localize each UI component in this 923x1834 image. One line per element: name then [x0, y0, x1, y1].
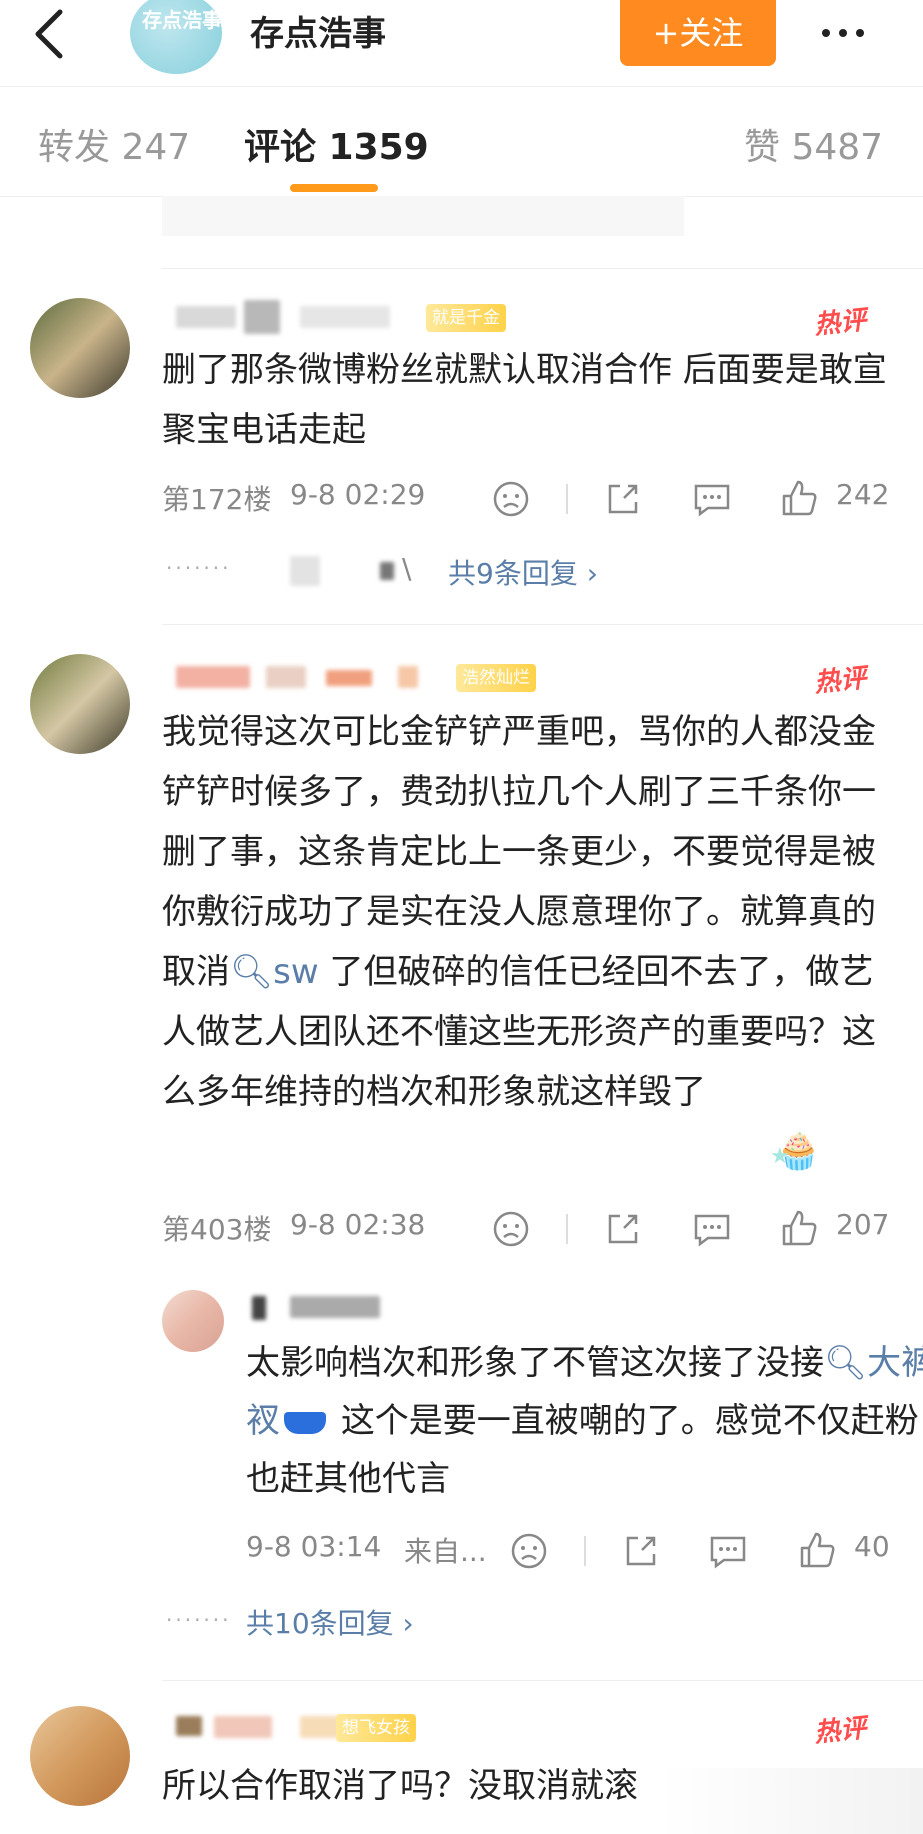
header-divider	[0, 86, 923, 87]
back-arrow-icon[interactable]	[30, 8, 74, 60]
like-count: 207	[836, 1208, 890, 1241]
account-avatar[interactable]: 存点浩事	[130, 0, 222, 74]
comment-divider	[162, 268, 923, 269]
commenter-avatar[interactable]	[30, 654, 130, 754]
comment-time: 9-8 02:29	[290, 478, 426, 511]
comment-divider	[162, 1680, 923, 1681]
dislike-face-icon[interactable]	[492, 480, 530, 518]
tab-reposts[interactable]: 转发 247	[38, 118, 190, 170]
search-icon: 🔍︎	[230, 952, 274, 992]
action-separator	[566, 1214, 568, 1244]
username-blurred	[326, 670, 372, 686]
top-bar: 存点浩事 存点浩事 +关注	[0, 0, 923, 78]
chevron-right-icon: ›	[402, 1607, 414, 1640]
comment-icon[interactable]	[708, 1532, 748, 1570]
follow-button[interactable]: +关注	[620, 0, 776, 66]
username-blurred[interactable]	[176, 306, 236, 328]
username-blurred	[244, 300, 280, 334]
hot-comment-label: 热评	[812, 1713, 868, 1749]
reply-text-part: 太影响档次和形象了不管这次接了没接	[246, 1343, 824, 1383]
action-separator	[584, 1536, 586, 1566]
tab-likes[interactable]: 赞 5487	[744, 118, 883, 170]
comment-divider	[162, 624, 923, 625]
share-icon[interactable]	[622, 1532, 660, 1570]
replies-count-label: 共10条回复	[246, 1607, 394, 1640]
comment-text-part: 我觉得这次可比金铲铲严重吧，骂你的人都没金铲铲时候多了，费劲扒拉几个人刷了三千条…	[162, 712, 876, 992]
like-thumb-icon[interactable]	[780, 1208, 818, 1248]
replies-count-label: 共9条回复	[448, 557, 578, 590]
username-blurred	[214, 1716, 272, 1738]
share-icon[interactable]	[604, 480, 642, 518]
action-separator	[566, 484, 568, 514]
commenter-avatar[interactable]	[30, 298, 130, 398]
reply-source[interactable]: 来自...	[404, 1530, 487, 1570]
partial-comment-strip	[162, 196, 684, 236]
like-thumb-icon[interactable]	[798, 1530, 836, 1570]
like-thumb-icon[interactable]	[780, 478, 818, 518]
account-name[interactable]: 存点浩事	[250, 6, 386, 55]
reply-preview-dots: ·······	[166, 1608, 232, 1632]
commenter-avatar[interactable]	[30, 1706, 130, 1806]
comment-floor: 第403楼	[162, 1213, 272, 1246]
reply-text-part: 这个是要一直被嘲的了。感觉不仅赶粉也赶其他代言	[246, 1401, 919, 1499]
username-blurred	[300, 306, 390, 328]
comment-floor: 第172楼	[162, 483, 272, 516]
logo-text: 存点浩事	[142, 8, 222, 32]
username-blurred[interactable]	[176, 666, 250, 688]
search-icon: 🔍︎	[824, 1343, 868, 1383]
hot-comment-label: 热评	[812, 663, 868, 699]
chevron-right-icon: ›	[586, 557, 598, 590]
shorts-emoji	[284, 1411, 326, 1434]
view-replies-link[interactable]: 共10条回复 ›	[246, 1602, 414, 1642]
comment-icon[interactable]	[692, 1210, 732, 1248]
fan-badge[interactable]: 就是千金	[426, 304, 506, 332]
reply-avatar[interactable]	[162, 1290, 224, 1352]
username-blurred	[300, 1716, 340, 1738]
dislike-face-icon[interactable]	[510, 1532, 548, 1570]
search-topic-label: sw	[273, 952, 319, 992]
comment-icon[interactable]	[692, 480, 732, 518]
like-count: 40	[854, 1530, 890, 1563]
comment-time: 9-8 02:38	[290, 1208, 426, 1241]
reply-preview-dots: ·······	[166, 556, 232, 580]
search-topic-link[interactable]: 🔍︎sw	[230, 952, 319, 992]
username-blurred	[398, 666, 418, 688]
like-count: 242	[836, 478, 890, 511]
reply-preview-fragment: \	[402, 552, 412, 585]
reply-username-blurred[interactable]	[252, 1296, 266, 1320]
username-blurred[interactable]	[176, 1716, 202, 1736]
hot-comment-label: 热评	[812, 305, 868, 341]
comment-text: 删了那条微博粉丝就默认取消合作 后面要是敢宣聚宝电话走起	[162, 350, 887, 450]
comment-text: 我觉得这次可比金铲铲严重吧，骂你的人都没金铲铲时候多了，费劲扒拉几个人刷了三千条…	[162, 702, 892, 1122]
reply-text: 太影响档次和形象了不管这次接了没接🔍︎大裤衩 这个是要一直被嘲的了。感觉不仅赶粉…	[246, 1334, 923, 1508]
star-decoration: ★	[770, 1144, 790, 1169]
reply-time: 9-8 03:14	[246, 1530, 382, 1563]
reply-username-blurred	[290, 556, 320, 586]
reply-username-blurred	[290, 1296, 380, 1318]
view-replies-link[interactable]: 共9条回复 ›	[448, 552, 598, 592]
fan-badge[interactable]: 浩然灿烂	[456, 664, 536, 692]
more-options-icon[interactable]	[822, 22, 873, 41]
active-tab-indicator	[290, 184, 378, 192]
reply-username-blurred	[380, 562, 394, 580]
username-blurred	[266, 666, 306, 688]
dislike-face-icon[interactable]	[492, 1210, 530, 1248]
tab-comments[interactable]: 评论 1359	[244, 118, 429, 170]
share-icon[interactable]	[604, 1210, 642, 1248]
bottom-fade-overlay	[660, 1768, 923, 1834]
fan-badge[interactable]: 想飞女孩	[336, 1714, 416, 1742]
